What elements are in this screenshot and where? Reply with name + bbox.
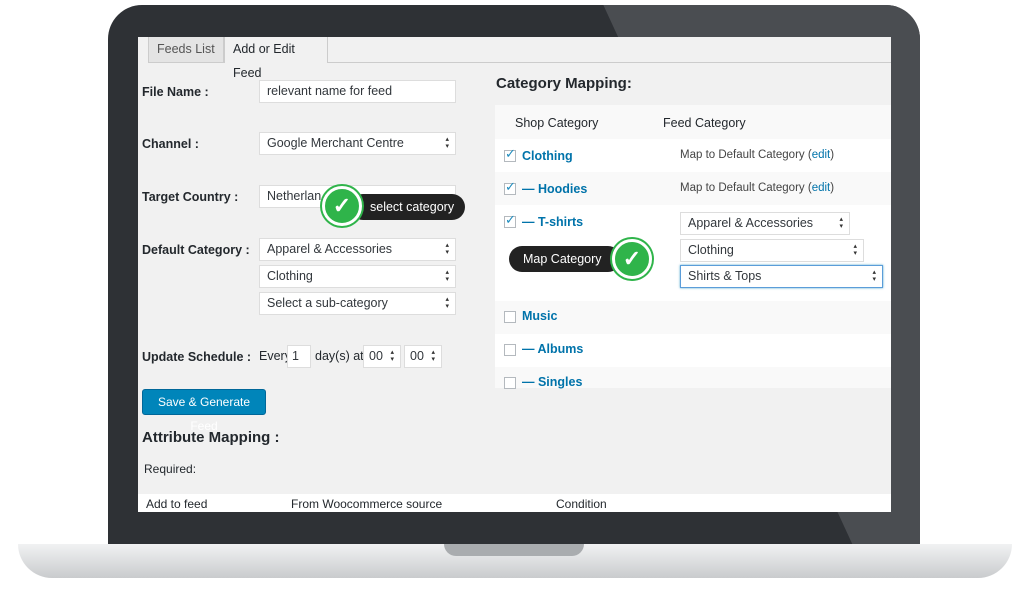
- checkbox-hoodies[interactable]: ✓: [504, 179, 516, 195]
- category-clothing[interactable]: Clothing: [522, 149, 573, 163]
- map-default-text: Map to Default Category: [680, 149, 805, 161]
- check-icon: ✓: [505, 212, 516, 227]
- default-category-value-2: Clothing: [267, 269, 313, 283]
- default-category-value-1: Apparel & Accessories: [267, 242, 393, 256]
- tshirt-feed-select-2[interactable]: Clothing: [680, 239, 864, 262]
- schedule-count-input[interactable]: 1: [287, 345, 311, 368]
- channel-value: Google Merchant Centre: [267, 136, 404, 150]
- tshirt-feed-value-1: Apparel & Accessories: [688, 216, 814, 230]
- default-category-select-2[interactable]: Clothing: [259, 265, 456, 288]
- attribute-table-header: Add to feed From Woocommerce source Cond…: [138, 494, 891, 512]
- category-mapping-title: Category Mapping:: [496, 75, 632, 92]
- target-country-value: Netherlan: [267, 189, 322, 203]
- save-generate-button[interactable]: Save & Generate Feed: [142, 389, 266, 433]
- map-default-clothing: Map to Default Category (edit): [680, 149, 835, 161]
- schedule-minute-select[interactable]: 00: [404, 345, 442, 368]
- schedule-hour-value: 00: [369, 349, 383, 363]
- file-name-input[interactable]: relevant name for feed: [259, 80, 456, 103]
- category-singles[interactable]: — Singles: [522, 375, 582, 389]
- checkbox-albums[interactable]: [504, 344, 516, 356]
- tab-feeds-list[interactable]: Feeds List: [148, 37, 224, 63]
- file-name-label: File Name :: [142, 85, 209, 99]
- header-shop-category: Shop Category: [515, 116, 599, 130]
- column-woocommerce-source: From Woocommerce source: [291, 497, 443, 511]
- check-icon: ✓: [505, 146, 516, 161]
- channel-select[interactable]: Google Merchant Centre: [259, 132, 456, 155]
- map-category-callout: Map Category: [509, 246, 621, 272]
- tshirt-feed-select-3[interactable]: Shirts & Tops: [680, 265, 883, 288]
- checkbox-singles[interactable]: [504, 377, 516, 389]
- tshirt-feed-select-1[interactable]: Apparel & Accessories: [680, 212, 850, 235]
- category-albums[interactable]: — Albums: [522, 342, 583, 356]
- map-default-text: Map to Default Category: [680, 182, 805, 194]
- default-category-label: Default Category :: [142, 243, 250, 257]
- map-default-hoodies: Map to Default Category (edit): [680, 182, 835, 194]
- category-tshirts[interactable]: — T-shirts: [522, 215, 583, 229]
- default-category-select-3[interactable]: Select a sub-category: [259, 292, 456, 315]
- required-label: Required:: [144, 462, 197, 476]
- channel-label: Channel :: [142, 137, 199, 151]
- schedule-hour-select[interactable]: 00: [363, 345, 401, 368]
- target-country-label: Target Country :: [142, 190, 239, 204]
- checkbox-clothing[interactable]: ✓: [504, 146, 516, 162]
- column-condition: Condition: [556, 497, 607, 511]
- update-schedule-label: Update Schedule :: [142, 350, 252, 364]
- attribute-mapping-title: Attribute Mapping :: [142, 429, 280, 446]
- category-music[interactable]: Music: [522, 309, 557, 323]
- laptop-notch: [444, 544, 584, 556]
- tshirt-feed-value-3: Shirts & Tops: [688, 269, 762, 283]
- checkbox-music[interactable]: [504, 311, 516, 323]
- tshirt-feed-value-2: Clothing: [688, 243, 734, 257]
- header-feed-category: Feed Category: [663, 116, 746, 130]
- default-category-select-1[interactable]: Apparel & Accessories: [259, 238, 456, 261]
- check-icon: ✓: [505, 179, 516, 194]
- tab-divider: [328, 62, 891, 63]
- check-icon: ✓: [322, 186, 362, 226]
- edit-link-hoodies[interactable]: edit: [812, 182, 831, 194]
- schedule-minute-value: 00: [410, 349, 424, 363]
- checkbox-tshirts[interactable]: ✓: [504, 212, 516, 228]
- default-category-value-3: Select a sub-category: [267, 296, 388, 310]
- column-add-to-feed: Add to feed: [146, 497, 208, 511]
- schedule-days-at-text: day(s) at: [315, 349, 364, 363]
- screen: Feeds List Add or Edit Feed File Name : …: [138, 37, 891, 512]
- check-icon: ✓: [612, 239, 652, 279]
- edit-link-clothing[interactable]: edit: [812, 149, 831, 161]
- category-hoodies[interactable]: — Hoodies: [522, 182, 587, 196]
- select-category-callout: select category: [350, 194, 465, 220]
- tab-add-edit-feed[interactable]: Add or Edit Feed: [224, 37, 328, 80]
